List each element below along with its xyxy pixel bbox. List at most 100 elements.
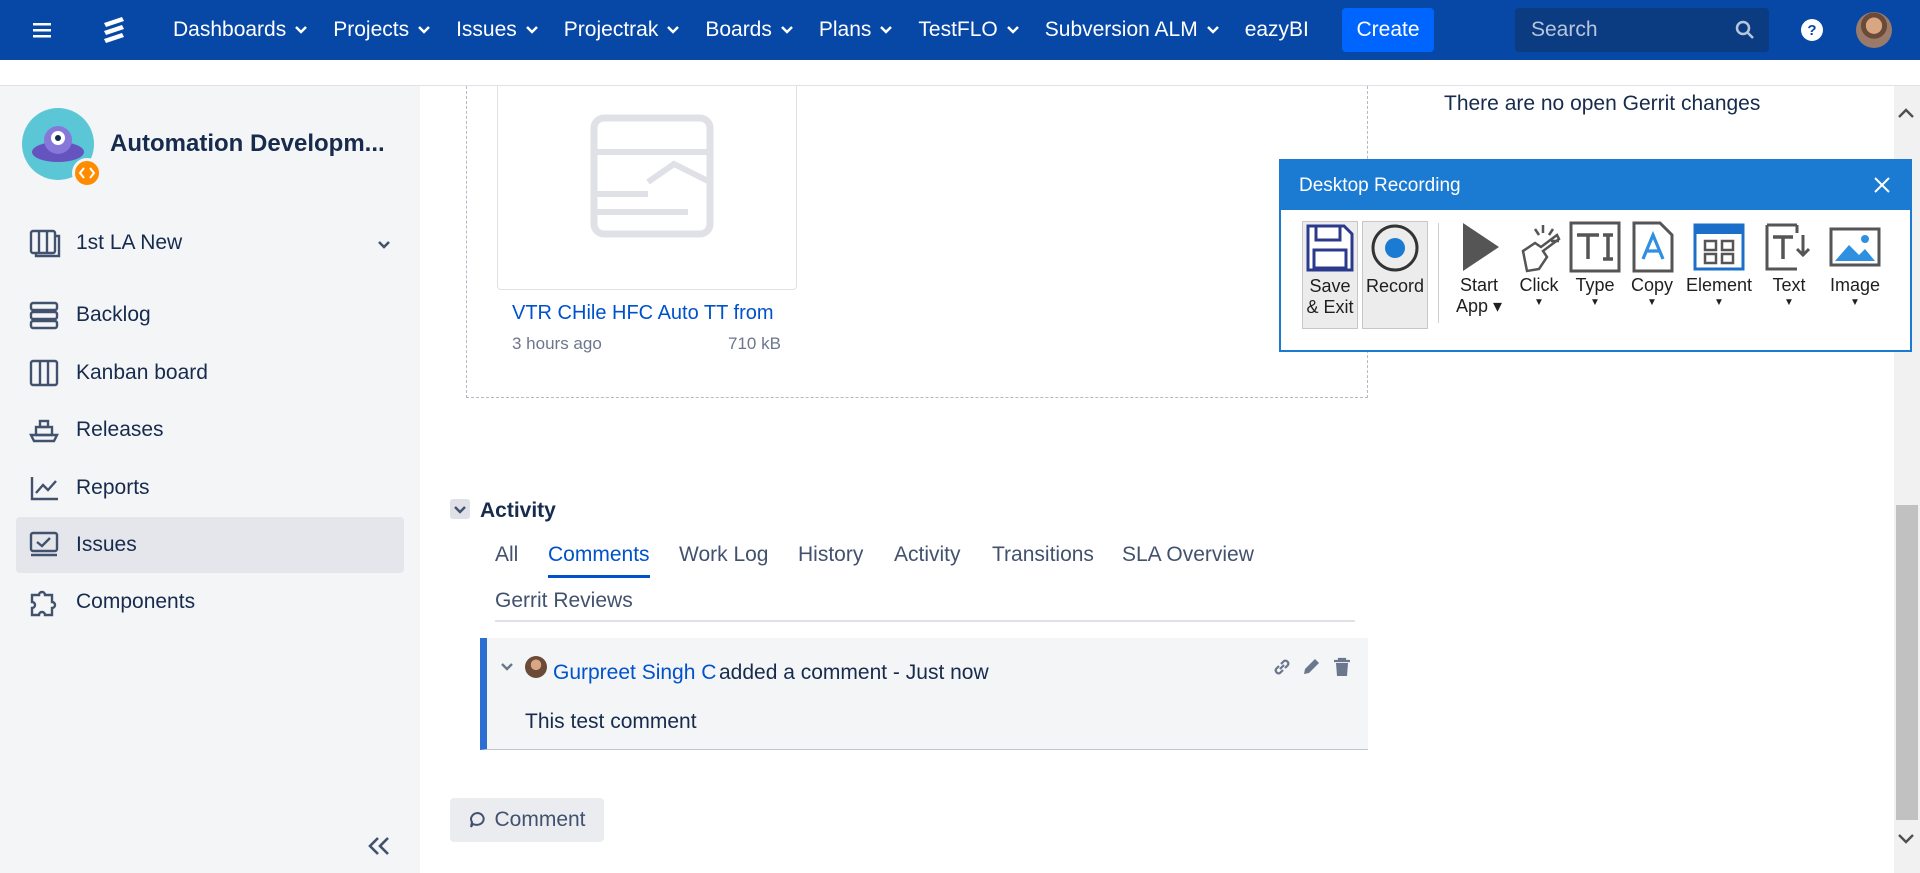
tab-transitions[interactable]: Transitions [992,543,1094,567]
text-button[interactable]: Text ▼ [1759,221,1819,329]
speech-bubble-icon [470,811,486,828]
type-button[interactable]: Type ▼ [1567,221,1623,329]
attachment-name[interactable]: VTR CHile HFC Auto TT from [512,302,774,325]
text-icon [1765,223,1811,271]
sidebar-item-kanban-board[interactable]: Kanban board [16,345,404,401]
board-selector[interactable]: 1st LA New [16,215,404,271]
nav-item-projectrak[interactable]: Projectrak [564,18,680,42]
project-sidebar: Automation Developm... 1st LA New Backlo… [0,86,420,873]
tool-label: Click [1519,275,1559,295]
nav-item-plans[interactable]: Plans [819,18,893,42]
attachment-size: 710 kB [728,334,781,353]
tab-history[interactable]: History [798,543,863,567]
tool-label: Element [1685,275,1753,295]
scrollbar-thumb[interactable] [1896,505,1918,820]
record-button[interactable]: Record [1362,221,1428,329]
edit-icon[interactable] [1300,656,1322,678]
image-icon [1829,227,1881,267]
sidebar-item-issues[interactable]: Issues [16,517,404,573]
click-button[interactable]: Click ▼ [1513,221,1565,329]
nav-item-projects[interactable]: Projects [333,18,430,42]
dropdown-arrow-icon: ▼ [1590,297,1600,308]
dropdown-arrow-icon: ▼ [1850,297,1860,308]
activity-heading: Activity [480,499,556,522]
sidebar-item-releases[interactable]: Releases [16,402,404,458]
chevron-down-icon [667,26,680,34]
sidebar-item-components[interactable]: Components [16,574,404,630]
toolbar-separator [1438,223,1439,323]
dropdown-arrow-icon: ▼ [1647,297,1657,308]
attachment-thumbnail[interactable] [497,86,797,290]
element-button[interactable]: Element ▼ [1681,221,1757,329]
activity-collapse-toggle[interactable] [450,499,470,519]
backlog-icon [29,301,59,330]
element-icon [1693,223,1745,271]
help-icon[interactable]: ? [1800,18,1824,42]
start-app-button[interactable]: Start App ▾ [1447,221,1511,329]
recording-window-title: Desktop Recording [1299,174,1461,196]
recording-window-titlebar[interactable]: Desktop Recording [1281,161,1910,210]
page-header-strip [0,60,1920,86]
image-placeholder-icon [590,114,714,238]
image-button[interactable]: Image ▼ [1823,221,1887,329]
kanban-icon [29,359,59,387]
top-navigation-bar: Dashboards Projects Issues Projectrak Bo… [0,0,1920,60]
sidebar-item-backlog[interactable]: Backlog [16,287,404,343]
tool-label-text: App [1455,296,1488,316]
play-icon [1463,223,1499,271]
user-avatar[interactable] [1856,12,1892,48]
click-icon [1521,225,1561,273]
search-icon[interactable] [1735,20,1755,40]
floppy-icon [1306,224,1354,272]
nav-item-boards[interactable]: Boards [705,18,793,42]
active-tab-indicator [548,575,650,578]
sidebar-item-label: Reports [76,476,150,499]
sidebar-item-label: Releases [76,418,164,441]
comment-meta: added a comment - Just now [719,661,989,684]
scroll-up-icon[interactable] [1897,106,1915,120]
comment-author-link[interactable]: Gurpreet Singh C [553,661,716,685]
menu-icon[interactable] [30,18,54,42]
tab-comments[interactable]: Comments [548,543,650,567]
sidebar-item-label: Backlog [76,303,151,326]
tool-label: Record [1365,276,1425,296]
tab-all[interactable]: All [495,543,518,567]
tab-work-log[interactable]: Work Log [679,543,769,567]
puzzle-icon [30,590,57,617]
chevron-down-icon [880,26,893,34]
jira-logo-icon[interactable] [100,14,128,46]
nav-item-dashboards[interactable]: Dashboards [173,18,308,42]
chevron-down-icon[interactable] [377,240,391,250]
add-comment-button[interactable]: Comment [450,798,604,842]
sidebar-item-reports[interactable]: Reports [16,460,404,516]
nav-item-testflo[interactable]: TestFLO [918,18,1019,42]
tab-activity[interactable]: Activity [894,543,961,567]
trash-icon[interactable] [1331,656,1353,678]
copy-button[interactable]: Copy ▼ [1625,221,1679,329]
chevron-down-icon [525,26,538,34]
nav-item-subversion-alm[interactable]: Subversion ALM [1045,18,1219,42]
avatar [525,656,547,678]
chevron-down-icon[interactable] [500,662,514,672]
add-comment-label: Comment [494,808,586,831]
tool-label: Copy [1630,275,1674,295]
project-name[interactable]: Automation Developm... [110,130,385,158]
save-exit-button[interactable]: Save & Exit [1302,221,1358,329]
code-badge-icon [72,158,102,188]
nav-label: Boards [705,18,772,41]
nav-item-eazybi[interactable]: eazyBI [1245,18,1309,42]
collapse-sidebar-icon[interactable] [364,834,392,858]
close-icon[interactable] [1872,175,1892,195]
chevron-down-icon [1206,26,1219,34]
create-button[interactable]: Create [1342,8,1434,52]
svg-text:?: ? [1807,22,1816,39]
nav-item-issues[interactable]: Issues [456,18,538,42]
link-icon[interactable] [1271,656,1293,678]
tab-sla-overview[interactable]: SLA Overview [1122,543,1254,567]
search-input[interactable]: Search [1515,8,1769,52]
nav-label: Plans [818,18,872,41]
tab-gerrit-reviews[interactable]: Gerrit Reviews [495,589,633,613]
board-icon [29,229,61,258]
scroll-down-icon[interactable] [1897,832,1915,846]
tool-label: & Exit [1306,297,1354,317]
